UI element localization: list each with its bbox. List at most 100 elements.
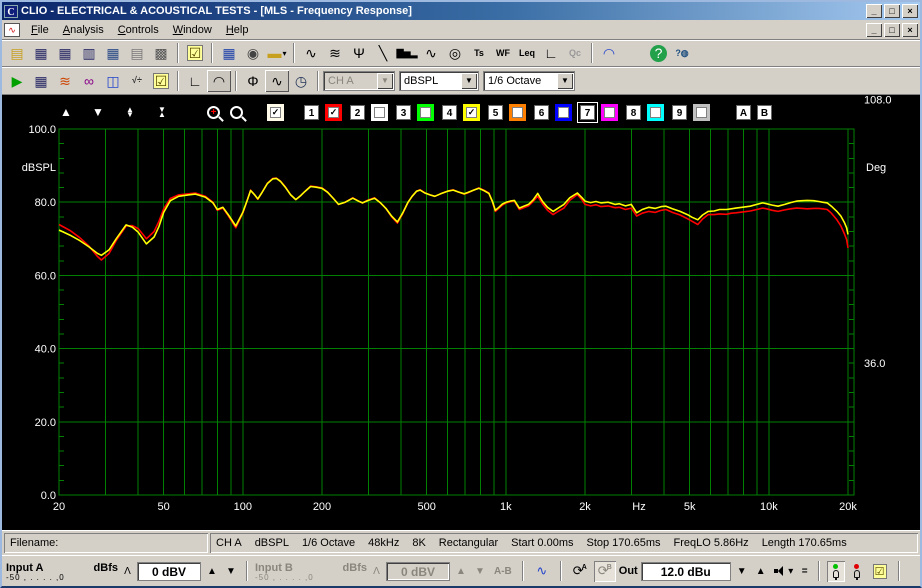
active-curve-checkbox[interactable]: ✓ [267, 103, 284, 121]
mls-settings-icon[interactable]: ☑ [149, 70, 173, 92]
mic-b-button[interactable] [848, 561, 866, 582]
child-minimize-button[interactable]: _ [866, 22, 882, 37]
input-b-sensitivity[interactable]: 0 dBV [386, 561, 450, 581]
erase-icon[interactable]: ▬ ▾ [265, 42, 289, 64]
zoom-out-button[interactable] [230, 105, 243, 119]
save-a-icon[interactable]: ▦ [53, 42, 77, 64]
input-a-sensitivity[interactable]: 0 dBV [137, 561, 201, 581]
line-levels-icon[interactable]: = [799, 564, 811, 579]
stack-curves-icon[interactable]: ◫ [101, 70, 125, 92]
output-up-button[interactable]: ▲ [753, 566, 769, 577]
menu-window[interactable]: Window [166, 22, 219, 38]
open-icon[interactable]: ▤ [5, 42, 29, 64]
maximize-button[interactable]: □ [884, 4, 900, 18]
rta-icon[interactable]: ◎ [443, 42, 467, 64]
output-down-button[interactable]: ▼ [734, 566, 750, 577]
curve-checkbox-1[interactable]: ✓ [325, 103, 342, 121]
curve-button-2[interactable]: 2 [350, 104, 365, 120]
curve-checkbox-7[interactable] [601, 103, 618, 121]
speaker-icon[interactable] [772, 566, 783, 576]
shift-up-button[interactable]: ▲ [57, 106, 75, 118]
curve-checkbox-8[interactable] [647, 103, 664, 121]
close-button[interactable]: × [902, 4, 918, 18]
mls-analysis-icon[interactable]: ∿ [299, 42, 323, 64]
menu-controls[interactable]: Controls [111, 22, 166, 38]
frequency-display-icon[interactable]: ◠ [207, 69, 231, 92]
thiele-small-icon[interactable]: Ts [467, 42, 491, 64]
save-curve-icon[interactable]: ▦ [101, 42, 125, 64]
sinusoidal-icon[interactable]: ∿ [419, 42, 443, 64]
output-level[interactable]: 12.0 dBu [640, 561, 731, 581]
curve-checkbox-9[interactable] [693, 103, 710, 121]
input-a-down-button[interactable]: ▼ [223, 566, 239, 577]
wow-flutter-icon[interactable]: WF [491, 42, 515, 64]
go-button[interactable]: ▶ [5, 70, 29, 92]
menu-help[interactable]: Help [219, 22, 256, 38]
overlay-curves-icon[interactable]: ≋ [53, 70, 77, 92]
generator-monitor-icon[interactable]: ∿ [531, 561, 553, 582]
overlay-button-a[interactable]: A [736, 104, 751, 120]
curve-button-6[interactable]: 6 [534, 104, 549, 120]
menu-analysis[interactable]: Analysis [56, 22, 111, 38]
mic-settings-icon[interactable]: ☑ [869, 561, 891, 582]
snapshot-icon[interactable]: ◉ [241, 42, 265, 64]
channel-select[interactable]: CH A ▼ [323, 70, 395, 91]
speaker-dropdown-icon[interactable]: ▾ [786, 566, 796, 577]
input-b-down-button[interactable]: ▼ [472, 566, 488, 577]
curve-button-9[interactable]: 9 [672, 104, 687, 120]
curve-checkbox-2[interactable] [371, 103, 388, 121]
curve-button-5[interactable]: 5 [488, 104, 503, 120]
curve-button-4[interactable]: 4 [442, 104, 457, 120]
decay-icon[interactable]: ╲ [371, 42, 395, 64]
input-b-up-button[interactable]: ▲ [453, 566, 469, 577]
timer-icon[interactable]: ◷ [289, 70, 313, 92]
steps-icon[interactable]: ∟ [539, 42, 563, 64]
compress-scale-button[interactable]: ▼ ▲ [153, 106, 171, 119]
curve-button-8[interactable]: 8 [626, 104, 641, 120]
print-icon[interactable]: ▩ [149, 42, 173, 64]
unit-select[interactable]: dBSPL ▼ [399, 70, 479, 91]
curve-checkbox-3[interactable] [417, 103, 434, 121]
impulse-display-icon[interactable]: ∟ [183, 70, 207, 92]
save-measurement-icon[interactable]: ▦ [29, 70, 53, 92]
child-close-button[interactable]: × [902, 22, 918, 37]
frequency-response-plot[interactable]: 20 50 100 200 500 1k 2k Hz 5k 10k 20k100.080.060.0… [2, 95, 918, 530]
save-icon[interactable]: ▦ [29, 42, 53, 64]
curve-button-1[interactable]: 1 [304, 104, 319, 120]
mls-document-icon[interactable]: ∿ [4, 22, 20, 37]
mic-a-button[interactable] [826, 560, 845, 582]
group-delay-icon[interactable]: ∿ [265, 69, 289, 92]
export-graphics-icon[interactable]: ▥ [77, 42, 101, 64]
minimize-button[interactable]: _ [866, 4, 882, 18]
expand-scale-button[interactable]: ▲ ▼ [121, 106, 139, 119]
curve-button-7[interactable]: 7 [577, 101, 598, 123]
help-icon[interactable]: ? [650, 44, 667, 62]
phase-display-icon[interactable]: Φ [241, 70, 265, 92]
autosave-icon[interactable]: ▦ [217, 42, 241, 64]
input-a-up-button[interactable]: ▲ [204, 566, 220, 577]
curve-button-3[interactable]: 3 [396, 104, 411, 120]
inout-window-icon[interactable]: ◠ [597, 42, 621, 64]
ab-link-button[interactable]: A-B [491, 564, 515, 579]
zoom-in-button[interactable]: + [207, 105, 220, 119]
process-tools-icon[interactable]: √÷ [125, 70, 149, 92]
shift-down-button[interactable]: ▼ [89, 106, 107, 118]
help-online-icon[interactable]: ?◍ [670, 42, 694, 64]
autorange-a-button[interactable]: ⟳ A [569, 561, 591, 582]
curve-checkbox-6[interactable] [555, 103, 572, 121]
fft-icon[interactable]: ▇▅▂ [395, 42, 419, 64]
quality-control-icon[interactable]: Qc [563, 42, 587, 64]
directivity-icon[interactable]: Ψ [347, 42, 371, 64]
export-text-icon[interactable]: ▤ [125, 42, 149, 64]
options-icon[interactable]: ☑ [183, 42, 207, 64]
curve-checkbox-5[interactable] [509, 103, 526, 121]
curve-checkbox-4[interactable]: ✓ [463, 103, 480, 121]
autorange-b-button[interactable]: ⟳ B [593, 560, 616, 582]
waterfall-icon[interactable]: ≋ [323, 42, 347, 64]
menu-file[interactable]: File [24, 22, 56, 38]
loop-measure-icon[interactable]: ∞ [77, 70, 101, 92]
leq-icon[interactable]: Leq [515, 42, 539, 64]
smoothing-select[interactable]: 1/6 Octave ▼ [483, 70, 575, 91]
child-restore-button[interactable]: □ [884, 22, 900, 37]
overlay-button-b[interactable]: B [757, 104, 772, 120]
